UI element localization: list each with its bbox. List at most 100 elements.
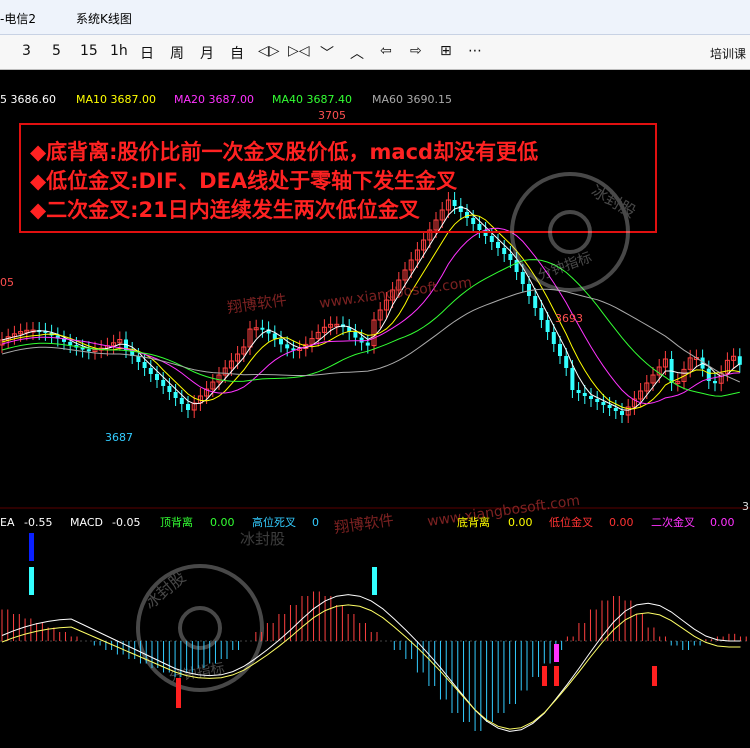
candle-down <box>545 320 550 332</box>
candle-down <box>179 398 184 404</box>
candle-down <box>161 380 166 386</box>
candle-down <box>173 392 178 398</box>
chevron-up-icon[interactable]: ︿ <box>350 43 364 63</box>
candle-down <box>558 344 562 356</box>
period-toolbar: 3 5 15 1h 日 周 月 自 ◁▷ ▷◁ ﹀ ︿ ⇦ ⇨ ⊞ ⋯ 培训课 <box>0 35 750 70</box>
macd-value: -0.05 <box>112 516 140 529</box>
arrow-right-icon[interactable]: ⇨ <box>410 43 422 59</box>
candle-down <box>539 308 544 320</box>
top-divergence-marker <box>29 567 34 595</box>
ma20-label: MA20 3687.00 <box>174 93 254 106</box>
ma20-line <box>1 227 740 405</box>
zoom-out-icon[interactable]: ◁▷ <box>258 43 280 59</box>
low-golden-cross-label: 低位金叉 <box>549 515 593 529</box>
price-local-high-mark: 3693 <box>555 312 583 325</box>
candle-down <box>607 405 612 408</box>
dea-label: EA <box>0 516 15 529</box>
candle-down <box>260 327 265 330</box>
right-price-mark: 3 <box>742 500 749 513</box>
period-1h-button[interactable]: 1h <box>110 43 128 59</box>
period-week-button[interactable]: 周 <box>170 43 184 63</box>
candle-down <box>477 224 482 230</box>
candle-down <box>551 332 556 344</box>
price-low-mark: 3687 <box>105 431 133 444</box>
candle-down <box>564 356 569 368</box>
candle-down <box>589 396 593 399</box>
ma40-line <box>1 259 740 397</box>
annotation-line-3: ◆二次金叉:21日内连续发生两次低位金叉 <box>30 198 421 222</box>
dea-value: -0.55 <box>24 516 52 529</box>
seal-1-text-bottom: 分钟指标 <box>536 249 594 284</box>
period-custom-button[interactable]: 自 <box>230 43 244 63</box>
candle-down <box>570 368 575 390</box>
low-golden-cross-marker-1 <box>176 678 181 708</box>
second-golden-cross-marker <box>554 644 559 662</box>
candle-down <box>359 337 364 343</box>
more-icon[interactable]: ⋯ <box>468 43 482 59</box>
menu-kline[interactable]: 系统K线图 <box>76 10 132 27</box>
candle-down <box>365 342 370 346</box>
bottom-divergence-value: 0.00 <box>508 516 533 529</box>
candle-down <box>601 402 606 405</box>
candle-down <box>155 374 159 380</box>
candle-down <box>613 408 618 411</box>
seal-2-text-top: 冰封股 <box>140 568 189 613</box>
arrow-left-icon[interactable]: ⇦ <box>380 43 392 59</box>
low-golden-cross-marker-4 <box>652 666 657 686</box>
ma40-label: MA40 3687.40 <box>272 93 352 106</box>
high-death-cross-marker <box>29 533 34 561</box>
candle-down <box>86 349 91 352</box>
dea-line <box>1 604 741 730</box>
candle-down <box>737 356 742 365</box>
candle-down <box>533 296 538 308</box>
candle-down <box>142 362 147 368</box>
price-high-mark: 3705 <box>318 109 346 122</box>
candle-down <box>285 344 290 349</box>
grid-icon[interactable]: ⊞ <box>440 43 452 59</box>
candle-down <box>353 331 358 338</box>
candle-down <box>496 242 500 248</box>
candle-down <box>167 386 172 392</box>
candle-down <box>595 399 600 402</box>
annotation-line-1: ◆底背离:股价比前一次金叉股价低，macd却没有更低 <box>30 140 538 164</box>
candle-down <box>465 212 469 218</box>
candle-down <box>508 254 513 260</box>
macd-label: MACD <box>70 516 103 529</box>
candle-down <box>582 393 587 396</box>
candle-down <box>68 341 73 346</box>
candle-down <box>186 404 190 410</box>
chevron-down-icon[interactable]: ﹀ <box>320 43 334 63</box>
watermark-url-1: www.xiangbosoft.com <box>318 275 473 312</box>
watermark-brand-2: 翔博软件 <box>333 511 395 537</box>
candle-down <box>136 356 141 362</box>
annotation-line-2: ◆低位金叉:DIF、DEA线处于零轴下发生金叉 <box>30 169 458 193</box>
period-15min-button[interactable]: 15 <box>80 43 98 59</box>
watermark-seal-label: 冰封股 <box>240 530 285 548</box>
period-month-button[interactable]: 月 <box>200 43 214 63</box>
dif-line <box>1 594 741 732</box>
ma5-label: 5 3686.60 <box>0 93 56 106</box>
window-tab[interactable]: -电信2 <box>0 10 36 27</box>
candle-down <box>279 338 283 345</box>
seal-watermark-2: 冰封股 分钟指标 <box>136 564 264 692</box>
candles-group <box>0 192 742 423</box>
period-3min-button[interactable]: 3 <box>22 43 31 59</box>
high-death-cross-value: 0 <box>312 516 319 529</box>
second-golden-cross-value: 0.00 <box>710 516 735 529</box>
kline-chart[interactable]: 5 3686.60 MA10 3687.00 MA20 3687.00 MA40… <box>0 70 750 744</box>
candle-down <box>576 390 581 393</box>
candle-down <box>520 272 525 284</box>
period-day-button[interactable]: 日 <box>140 43 154 63</box>
candle-down <box>502 248 507 254</box>
top-divergence-label: 顶背离 <box>160 515 193 529</box>
candle-down <box>452 200 457 206</box>
ma10-label: MA10 3687.00 <box>76 93 156 106</box>
top-divergence-marker-2 <box>372 567 377 595</box>
training-link[interactable]: 培训课 <box>710 45 746 62</box>
ma60-label: MA60 3690.15 <box>372 93 452 106</box>
second-golden-cross-label: 二次金叉 <box>651 515 695 529</box>
candle-down <box>489 236 494 242</box>
zoom-in-icon[interactable]: ▷◁ <box>288 43 310 59</box>
period-5min-button[interactable]: 5 <box>52 43 61 59</box>
candle-down <box>272 333 277 339</box>
